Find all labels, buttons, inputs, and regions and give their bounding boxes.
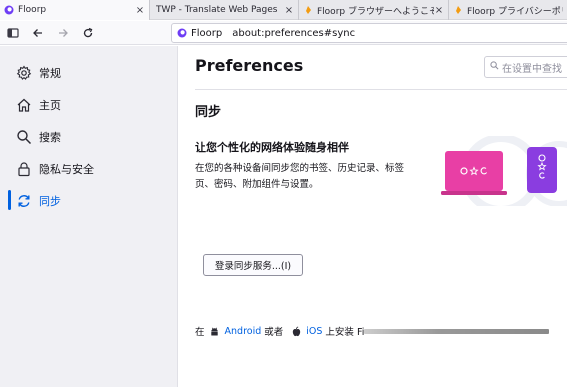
tab-title: Floorp プライバシーポリシ (467, 6, 563, 17)
lock-icon (15, 160, 33, 178)
phone-icon (527, 147, 557, 193)
back-icon[interactable] (29, 24, 47, 42)
sidebar-item-privacy[interactable]: 隐私与安全 (15, 158, 94, 180)
sidebar-item-search[interactable]: 搜索 (15, 126, 61, 148)
sidebar-item-general[interactable]: 常规 (15, 62, 61, 84)
floorp-icon (177, 28, 187, 38)
sidebar-item-label: 常规 (39, 67, 61, 80)
install-or: 或者 (264, 327, 284, 338)
preferences-sidebar: 常规 主页 搜索 隐私与安全 同步 (0, 46, 178, 387)
close-tab-icon[interactable]: × (135, 5, 145, 16)
search-placeholder: 在设置中查找 (502, 63, 562, 75)
url-bar[interactable]: Floorp about:preferences#sync (171, 23, 567, 43)
identity-label: Floorp (191, 27, 223, 39)
tab-floorp-privacy[interactable]: Floorp プライバシーポリシ (449, 0, 567, 20)
selection-indicator (8, 190, 11, 210)
sidebar-item-label: 同步 (39, 195, 61, 208)
laptop-icon (445, 151, 503, 191)
tab-title: TWP - Translate Web Pages (156, 5, 278, 15)
sidebar-item-sync[interactable]: 同步 (15, 190, 61, 212)
divider (195, 89, 567, 90)
page-title: Preferences (195, 56, 304, 75)
tab-floorp[interactable]: Floorp × (0, 0, 150, 20)
gear-icon (15, 64, 33, 82)
sync-description: 在您的各种设备间同步您的书签、历史记录、标签页、密码、附加组件与设置。 (195, 163, 405, 190)
sidebar-toggle-icon[interactable] (4, 24, 22, 42)
android-icon (209, 325, 221, 337)
floorp-icon (4, 5, 14, 15)
tab-strip: Floorp × TWP - Translate Web Pages × Flo… (0, 0, 567, 20)
sidebar-item-label: 主页 (39, 99, 61, 112)
preferences-main: Preferences 在设置中查找 同步 让您个性化的网络体验随身相伴 在您的… (179, 46, 567, 387)
close-tab-icon[interactable]: × (284, 5, 294, 16)
install-suffix: 上安装 Fi (325, 327, 365, 338)
close-tab-icon[interactable]: × (434, 5, 444, 16)
install-mobile-line: 在 Android 或者 iOS 上安装 Fi (195, 324, 550, 338)
forward-icon[interactable] (54, 24, 72, 42)
sync-devices-illustration (441, 136, 567, 206)
home-icon (15, 96, 33, 114)
preferences-search-input[interactable]: 在设置中查找 (484, 56, 567, 78)
apple-icon (290, 325, 302, 337)
puzzle-icon (303, 5, 313, 15)
sidebar-item-label: 隐私与安全 (39, 163, 94, 176)
sync-signin-button[interactable]: 登录同步服务...(I) (203, 254, 303, 276)
tab-title: Floorp ブラウザーへようこそ！ (317, 6, 434, 17)
sidebar-item-home[interactable]: 主页 (15, 94, 61, 116)
sidebar-item-label: 搜索 (39, 131, 61, 144)
tab-title: Floorp (18, 5, 47, 15)
search-icon (490, 61, 499, 73)
tab-floorp-welcome[interactable]: Floorp ブラウザーへようこそ！ × (299, 0, 449, 20)
puzzle-icon (453, 5, 463, 15)
search-icon (15, 128, 33, 146)
reload-icon[interactable] (79, 24, 97, 42)
url-text[interactable]: about:preferences#sync (232, 28, 355, 39)
tab-twp[interactable]: TWP - Translate Web Pages × (150, 0, 299, 20)
text-fade-overlay (364, 328, 550, 334)
section-title: 同步 (195, 105, 222, 120)
install-prefix: 在 (195, 327, 205, 338)
nav-toolbar: Floorp about:preferences#sync (0, 21, 567, 45)
android-link[interactable]: Android (225, 326, 262, 337)
ios-link[interactable]: iOS (306, 326, 322, 337)
sync-icon (15, 192, 33, 210)
sync-heading: 让您个性化的网络体验随身相伴 (195, 141, 349, 154)
